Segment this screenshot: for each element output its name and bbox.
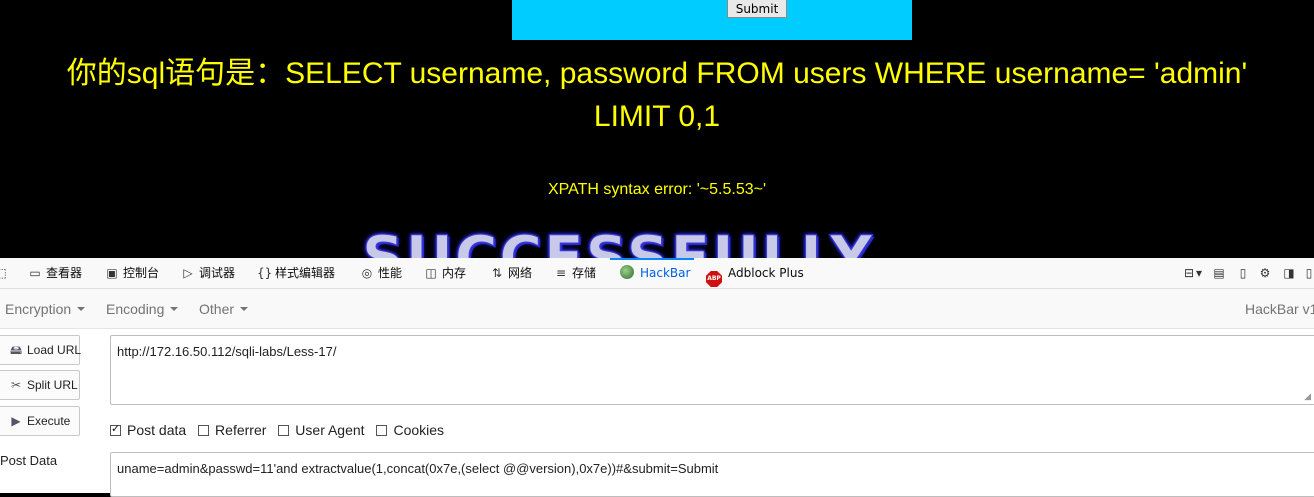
style-editor-icon: {} [257,266,273,280]
play-icon: ▶ [11,414,21,428]
tab-style-editor[interactable]: {} 样式编辑器 [257,258,335,288]
performance-icon: ◎ [361,266,373,280]
referrer-checkbox[interactable] [198,425,210,436]
post-data-input[interactable]: uname=admin&passwd=11'and extractvalue(1… [110,452,1314,497]
split-url-button[interactable]: ✂ Split URL [0,370,80,400]
hackbar-icon [620,265,634,279]
submit-button[interactable]: Submit [727,0,787,18]
tab-console[interactable]: ▣ 控制台 [105,258,159,288]
scissors-icon: ✂ [10,378,22,392]
hackbar-options: Post data Referrer User Agent Cookies [110,422,452,438]
split-console-icon[interactable]: ▤ [1212,266,1226,280]
inspector-icon: ▭ [29,266,41,280]
cookies-option-label: Cookies [393,422,445,438]
close-icon[interactable]: ▯ [1302,266,1314,280]
tab-label: Adblock Plus [728,266,804,280]
execute-button[interactable]: ▶ Execute [0,406,80,436]
encoding-menu[interactable]: Encoding [106,301,179,317]
tab-label: 查看器 [46,266,83,280]
tab-label: 调试器 [199,266,236,280]
web-page: Submit 你的sql语句是：SELECT username, passwor… [0,0,1314,258]
hackbar-panel: Encryption Encoding Other HackBar v1 🖴 Lo… [0,289,1314,497]
chevron-down-icon [170,307,179,311]
pick-element-icon[interactable]: ⬚ [0,258,12,288]
network-icon: ⇅ [491,266,503,280]
tab-memory[interactable]: ◫ 内存 [424,258,466,288]
successfully-banner-image: SUCCESSFULLY [362,228,952,258]
post-data-option-label: Post data [127,422,187,438]
tab-label: 存储 [572,266,597,280]
hackbar-version: HackBar v1 [1245,301,1314,317]
memory-icon: ◫ [425,266,437,280]
load-url-icon: 🖴 [9,343,23,357]
tab-storage[interactable]: ≡ 存储 [554,258,596,288]
menu-label: Encryption [5,301,72,317]
tab-debugger[interactable]: ▷ 调试器 [181,258,235,288]
user-agent-checkbox[interactable] [278,425,290,436]
storage-icon: ≡ [555,266,567,280]
other-menu[interactable]: Other [199,301,249,317]
resize-grip-icon[interactable]: ◢ [1304,391,1311,402]
gear-icon[interactable]: ⚙ [1258,266,1272,280]
tab-network[interactable]: ⇅ 网络 [490,258,532,288]
chevron-down-icon[interactable]: ▾ [1195,266,1203,280]
tab-hackbar[interactable]: HackBar [609,258,695,288]
banner-text: SUCCESSFULLY [362,228,952,258]
tab-label: 性能 [378,266,403,280]
menu-label: Encoding [106,301,165,317]
devtools-toolbar: ⬚ ▭ 查看器 ▣ 控制台 ▷ 调试器 {} 样式编辑器 ◎ 性能 ◫ 内存 ⇅ 网络 ≡ 存储… [0,258,1314,289]
sql-line-2: LIMIT 0,1 [593,100,721,133]
button-label: Execute [27,414,71,428]
login-form-box [512,0,912,40]
tab-inspector[interactable]: ▭ 查看器 [28,258,82,288]
tab-label: 网络 [508,266,533,280]
tab-label: 控制台 [123,266,160,280]
dock-icon[interactable]: ⊟ [1182,266,1196,280]
sql-statement-message: 你的sql语句是：SELECT username, password FROM … [0,52,1314,138]
cookies-checkbox[interactable] [376,425,388,436]
tab-adblock-plus[interactable]: ABP Adblock Plus [706,258,804,288]
url-input[interactable]: http://172.16.50.112/sqli-labs/Less-17/ … [110,335,1314,405]
console-icon: ▣ [106,266,118,280]
chevron-down-icon [240,307,249,311]
dock-side-icon[interactable]: ◨ [1282,266,1296,280]
responsive-design-icon[interactable]: ▯ [1236,266,1250,280]
post-data-checkbox[interactable] [110,422,121,436]
referrer-option-label: Referrer [215,422,267,438]
adblock-icon: ABP [706,271,722,287]
post-data-text: uname=admin&passwd=11'and extractvalue(1… [117,461,719,476]
tab-label: 样式编辑器 [275,266,336,280]
button-label: Load URL [27,343,82,357]
user-agent-option-label: User Agent [295,422,365,438]
tab-label: 内存 [442,266,467,280]
button-label: Split URL [27,378,78,392]
tab-label: HackBar [640,266,691,280]
debugger-icon: ▷ [183,266,193,280]
encryption-menu[interactable]: Encryption [5,301,86,317]
sql-line-1: 你的sql语句是：SELECT username, password FROM … [66,57,1248,90]
xpath-error-message: XPATH syntax error: '~5.5.53~' [547,181,767,198]
hackbar-menu: Encryption Encoding Other HackBar v1 [0,289,1314,329]
post-data-label: Post Data [0,453,58,468]
url-text: http://172.16.50.112/sqli-labs/Less-17/ [117,344,337,359]
chevron-down-icon [77,307,86,311]
menu-label: Other [199,301,235,317]
load-url-button[interactable]: 🖴 Load URL [0,335,82,365]
tab-performance[interactable]: ◎ 性能 [360,258,402,288]
